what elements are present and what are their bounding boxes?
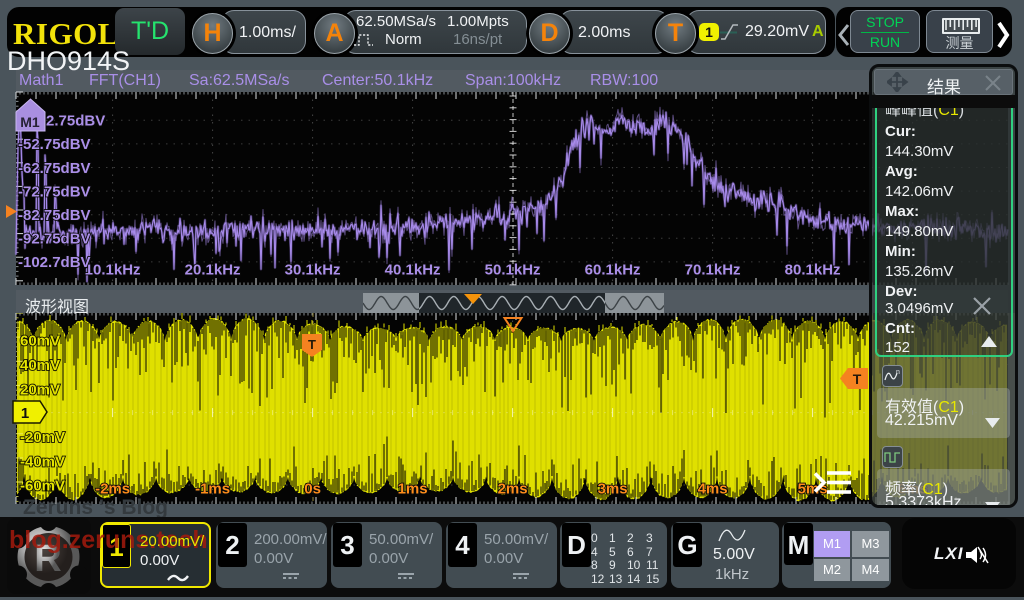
svg-text:n: n: [896, 369, 900, 376]
